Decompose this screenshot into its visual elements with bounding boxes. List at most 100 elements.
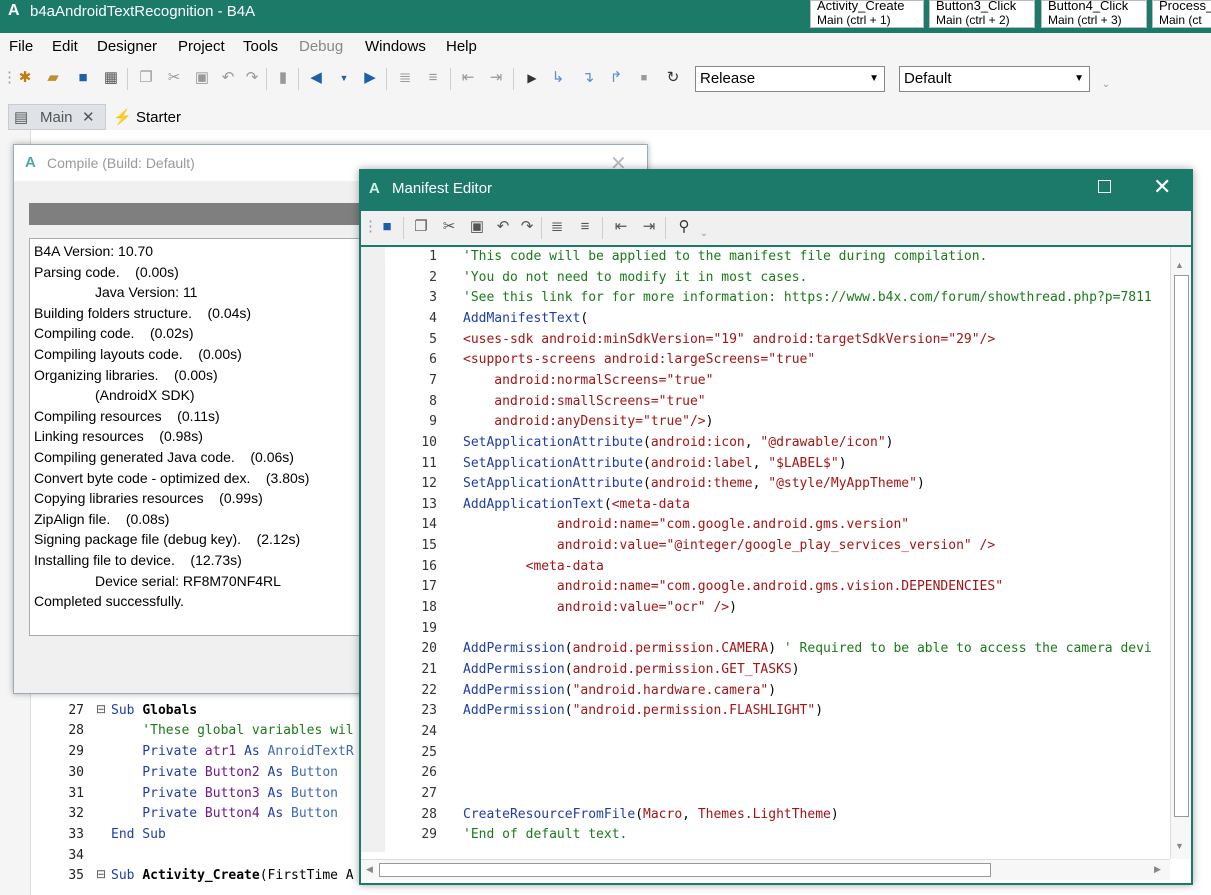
- code-line: Private Button3 As Button: [111, 786, 338, 801]
- build-type-select[interactable]: Default ▼: [899, 66, 1090, 92]
- comment-block-icon[interactable]: ≣: [396, 69, 414, 87]
- line-number: 24: [421, 724, 437, 739]
- toolbar-separator: [665, 217, 666, 239]
- menu-tools[interactable]: Tools: [243, 38, 278, 55]
- code-token: android:label: [650, 456, 753, 471]
- code-token: 'These global variables wil: [111, 723, 354, 738]
- step-over-icon[interactable]: ↳: [549, 69, 567, 87]
- quick-nav-shortcut: Main (ctrl + 3): [1048, 13, 1122, 27]
- doc-tab-starter[interactable]: Starter: [136, 106, 181, 130]
- close-icon[interactable]: ✕: [1153, 174, 1171, 200]
- run-icon[interactable]: ▶: [523, 69, 541, 87]
- code-line: android:value="@integer/google_play_serv…: [463, 538, 995, 553]
- window-title: b4aAndroidTextRecognition - B4A: [30, 3, 256, 20]
- code-token: android:anyDensity="true"/>: [463, 414, 706, 429]
- build-config-select[interactable]: Release ▼: [695, 66, 885, 92]
- copy-icon[interactable]: ❐: [412, 218, 430, 236]
- quick-nav-button4-click[interactable]: Button4_Click Main (ctrl + 3): [1041, 0, 1147, 28]
- export-icon[interactable]: ▦: [102, 69, 120, 87]
- line-number: 13: [421, 497, 437, 512]
- navigate-dropdown-icon[interactable]: ▼: [335, 69, 353, 87]
- cut-icon[interactable]: ✂: [440, 218, 458, 236]
- menu-project[interactable]: Project: [178, 38, 225, 55]
- scroll-right-icon[interactable]: ▶: [1154, 864, 1161, 875]
- outdent-icon[interactable]: ⇤: [612, 218, 630, 236]
- paste-icon[interactable]: ▣: [193, 69, 211, 87]
- new-project-icon[interactable]: ✱: [16, 69, 34, 87]
- redo-icon[interactable]: ↷: [518, 218, 536, 236]
- app-logo: A: [369, 180, 380, 197]
- menu-file[interactable]: File: [9, 38, 33, 55]
- scroll-up-icon[interactable]: ▲: [1175, 260, 1184, 270]
- outdent-icon[interactable]: ⇤: [459, 69, 477, 87]
- uncomment-block-icon[interactable]: ≡: [424, 69, 442, 87]
- horizontal-scrollbar[interactable]: ◀ ▶: [361, 859, 1170, 880]
- menu-edit[interactable]: Edit: [52, 38, 78, 55]
- quick-nav-process[interactable]: Process_ Main (ct: [1152, 0, 1211, 28]
- quick-nav-activity-create[interactable]: Activity_Create Main (ctrl + 1): [810, 0, 924, 28]
- manifest-gutter: [361, 247, 385, 852]
- code-token: Themes.LightTheme: [697, 807, 831, 822]
- step-out-icon[interactable]: ↱: [607, 69, 625, 87]
- menu-designer[interactable]: Designer: [97, 38, 157, 55]
- code-token: As: [244, 744, 268, 759]
- app-logo: A: [25, 154, 36, 171]
- fold-collapse-icon[interactable]: ⊟: [96, 702, 106, 716]
- paste-icon[interactable]: ▣: [468, 218, 486, 236]
- quick-nav-label: Process_: [1159, 0, 1211, 13]
- close-icon[interactable]: ✕: [82, 106, 95, 130]
- toolbar-overflow-icon[interactable]: ⌄: [695, 225, 713, 243]
- indent-icon[interactable]: ⇥: [487, 69, 505, 87]
- undo-icon[interactable]: ↶: [494, 218, 512, 236]
- save-icon[interactable]: ■: [378, 218, 396, 236]
- manifest-code-area[interactable]: 1 'This code will be applied to the manif…: [361, 247, 1191, 883]
- menu-debug[interactable]: Debug: [299, 38, 343, 55]
- scroll-down-icon[interactable]: ▼: [1175, 841, 1184, 851]
- open-project-icon[interactable]: ▰: [44, 69, 62, 87]
- code-line: android:name="com.google.android.gms.ver…: [463, 517, 909, 532]
- code-line: AddPermission("android.hardware.camera"): [463, 683, 776, 698]
- quick-nav-button3-click[interactable]: Button3_Click Main (ctrl + 2): [929, 0, 1035, 28]
- vertical-scrollbar[interactable]: ▲ ▼: [1170, 247, 1191, 859]
- redo-icon[interactable]: ↷: [243, 69, 261, 87]
- maximize-icon[interactable]: [1098, 180, 1111, 193]
- menu-help[interactable]: Help: [446, 38, 477, 55]
- bookmark-icon[interactable]: ▮: [274, 69, 292, 87]
- toolbar-grip-icon: ⋮: [363, 218, 378, 235]
- log-line: Organizing libraries. (0.00s): [34, 367, 218, 383]
- menu-windows[interactable]: Windows: [365, 38, 426, 55]
- doc-tab-main-label: Main: [40, 109, 73, 126]
- cut-icon[interactable]: ✂: [165, 69, 183, 87]
- code-token: Button: [291, 786, 338, 801]
- stop-icon[interactable]: ■: [635, 69, 653, 87]
- line-number: 8: [429, 394, 437, 409]
- code-token: ,: [752, 476, 769, 491]
- code-token: <meta-data: [463, 559, 604, 574]
- toolbar-overflow-icon[interactable]: ⌄: [1097, 76, 1115, 94]
- code-token: AddPermission: [463, 683, 565, 698]
- code-line: SetApplicationAttribute(android:label, "…: [463, 456, 847, 471]
- undo-icon[interactable]: ↶: [219, 69, 237, 87]
- navigate-back-icon[interactable]: ◀: [307, 69, 325, 87]
- indent-icon[interactable]: ⇥: [640, 218, 658, 236]
- save-icon[interactable]: ■: [74, 69, 92, 87]
- log-line: ZipAlign file. (0.08s): [34, 511, 170, 527]
- comment-block-icon[interactable]: ≣: [548, 218, 566, 236]
- uncomment-block-icon[interactable]: ≡: [576, 218, 594, 236]
- code-token: (: [643, 435, 651, 450]
- navigate-forward-icon[interactable]: ▶: [361, 69, 379, 87]
- vertical-scroll-thumb[interactable]: [1174, 275, 1189, 817]
- line-number: 3: [429, 290, 437, 305]
- horizontal-scroll-thumb[interactable]: [379, 863, 991, 877]
- restart-icon[interactable]: ↻: [664, 69, 682, 87]
- search-icon[interactable]: ⚲: [675, 218, 693, 236]
- scroll-left-icon[interactable]: ◀: [366, 864, 373, 875]
- code-line: Sub Globals: [111, 703, 197, 718]
- code-token: End Sub: [111, 827, 166, 842]
- copy-icon[interactable]: ❐: [137, 69, 155, 87]
- line-number: 30: [68, 765, 84, 780]
- fold-collapse-icon[interactable]: ⊟: [96, 867, 106, 881]
- title-bar: A b4aAndroidTextRecognition - B4A Activi…: [0, 0, 1211, 33]
- step-in-icon[interactable]: ↴: [579, 69, 597, 87]
- code-token: Button: [291, 806, 338, 821]
